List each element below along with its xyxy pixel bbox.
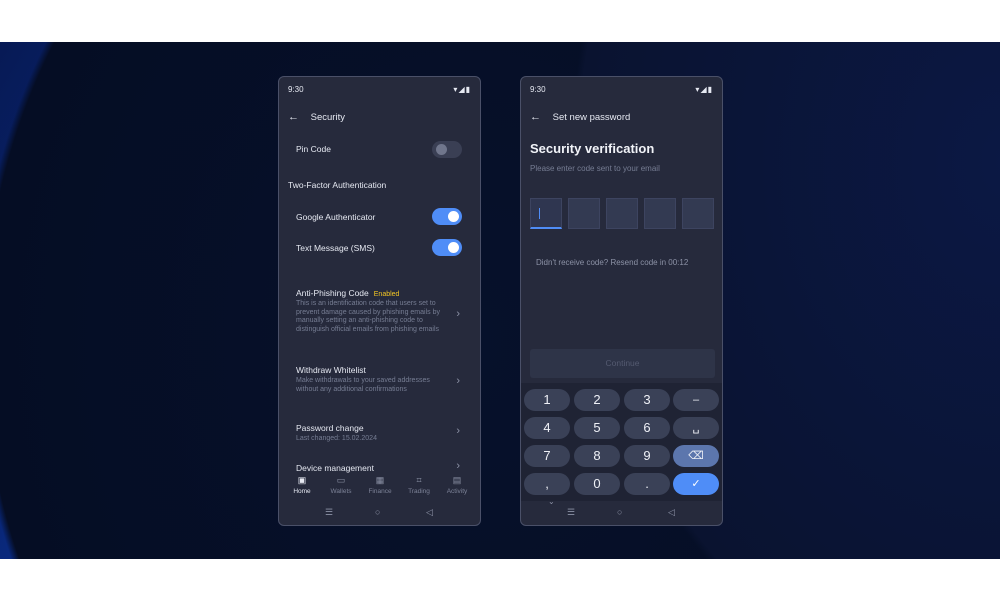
bottom-navigation: ▣ Home ▭ Wallets ▦ Finance ⌗ Trading ▤ A… [279, 475, 480, 501]
verification-title: Security verification [530, 141, 655, 156]
device-management-title: Device management [296, 463, 374, 473]
back-triangle-icon[interactable]: ◁ [668, 507, 675, 518]
background-stage: 9:30 ▾◢▮ ← Security Pin Code Two-Factor … [0, 42, 1000, 559]
google-authenticator-label: Google Authenticator [296, 212, 376, 222]
sms-toggle[interactable] [432, 239, 462, 256]
checkmark-icon[interactable]: ✓ [673, 473, 719, 495]
home-circle-icon[interactable]: ○ [375, 507, 380, 517]
nav-label: Home [293, 488, 311, 495]
menu-icon[interactable]: ☰ [325, 507, 333, 518]
finance-icon: ▦ [375, 475, 385, 485]
sms-label: Text Message (SMS) [296, 243, 375, 253]
system-navigation-bar: ☰ ○ ◁ [521, 507, 722, 521]
password-change-title: Password change [296, 423, 364, 433]
code-digit-3[interactable] [606, 198, 638, 229]
enabled-badge: Enabled [373, 291, 400, 298]
chevron-right-icon: › [456, 460, 460, 472]
nav-label: Finance [368, 488, 392, 495]
system-navigation-bar: ☰ ○ ◁ [279, 507, 480, 521]
key-2[interactable]: 2 [574, 389, 620, 411]
key-5[interactable]: 5 [574, 417, 620, 439]
status-time: 9:30 [530, 85, 546, 94]
toggle-knob [448, 242, 459, 253]
withdraw-whitelist-title: Withdraw Whitelist [296, 365, 366, 375]
code-digit-4[interactable] [644, 198, 676, 229]
home-icon: ▣ [297, 475, 307, 485]
pin-code-toggle[interactable] [432, 141, 462, 158]
page-title: Security [310, 112, 345, 123]
code-digit-1[interactable] [530, 198, 562, 229]
nav-label: Wallets [330, 488, 352, 495]
backspace-icon[interactable]: ⌫ [673, 445, 719, 467]
key-minus[interactable]: – [673, 389, 719, 411]
verification-screen: 9:30 ▾◢▮ ← Set new password Security ver… [520, 76, 723, 526]
anti-phishing-title: Anti-Phishing Code Enabled [296, 288, 399, 298]
continue-button[interactable]: Continue [530, 349, 715, 378]
nav-trading[interactable]: ⌗ Trading [400, 475, 438, 495]
home-circle-icon[interactable]: ○ [617, 507, 622, 517]
nav-label: Activity [446, 488, 468, 495]
back-arrow-icon[interactable]: ← [530, 111, 544, 123]
resend-code-text[interactable]: Didn't receive code? Resend code in 00:1… [536, 258, 688, 267]
key-8[interactable]: 8 [574, 445, 620, 467]
nav-wallets[interactable]: ▭ Wallets [322, 475, 360, 495]
key-dot[interactable]: . [624, 473, 670, 495]
page-header: ← Set new password [530, 111, 630, 125]
back-arrow-icon[interactable]: ← [288, 111, 302, 123]
nav-activity[interactable]: ▤ Activity [438, 475, 476, 495]
chevron-right-icon: › [456, 308, 460, 320]
chevron-right-icon: › [456, 375, 460, 387]
numeric-keypad: 1 2 3 – 4 5 6 ␣ 7 8 9 ⌫ , 0 . ✓ [521, 383, 722, 501]
security-screen: 9:30 ▾◢▮ ← Security Pin Code Two-Factor … [278, 76, 481, 526]
page-title: Set new password [552, 112, 631, 123]
page-header: ← Security [288, 111, 345, 125]
nav-home[interactable]: ▣ Home [283, 475, 321, 495]
input-caret [539, 208, 540, 219]
two-factor-section-title: Two-Factor Authentication [288, 180, 387, 190]
key-comma[interactable]: , [524, 473, 570, 495]
password-last-changed: Last changed: 15.02.2024 [296, 435, 377, 442]
code-digit-5[interactable] [682, 198, 714, 229]
status-icons: ▾◢▮ [695, 85, 713, 94]
nav-label: Trading [408, 488, 430, 495]
key-1[interactable]: 1 [524, 389, 570, 411]
pin-code-label: Pin Code [296, 144, 331, 154]
key-4[interactable]: 4 [524, 417, 570, 439]
toggle-knob [448, 211, 459, 222]
key-9[interactable]: 9 [624, 445, 670, 467]
anti-phishing-title-text: Anti-Phishing Code [296, 288, 369, 298]
nav-finance[interactable]: ▦ Finance [361, 475, 399, 495]
key-3[interactable]: 3 [624, 389, 670, 411]
key-7[interactable]: 7 [524, 445, 570, 467]
code-digit-2[interactable] [568, 198, 600, 229]
status-bar: 9:30 ▾◢▮ [288, 85, 471, 97]
chevron-right-icon: › [456, 425, 460, 437]
activity-icon: ▤ [452, 475, 462, 485]
status-time: 9:30 [288, 85, 304, 94]
back-triangle-icon[interactable]: ◁ [426, 507, 433, 518]
menu-icon[interactable]: ☰ [567, 507, 575, 518]
key-0[interactable]: 0 [574, 473, 620, 495]
status-bar: 9:30 ▾◢▮ [530, 85, 713, 97]
hide-keyboard-icon[interactable]: ⌄ [548, 497, 555, 506]
anti-phishing-description: This is an identification code that user… [296, 300, 440, 333]
google-authenticator-toggle[interactable] [432, 208, 462, 225]
withdraw-whitelist-description: Make withdrawals to your saved addresses… [296, 377, 430, 393]
status-icons: ▾◢▮ [453, 85, 471, 94]
toggle-knob [436, 144, 447, 155]
key-6[interactable]: 6 [624, 417, 670, 439]
verification-subtitle: Please enter code sent to your email [530, 164, 660, 173]
trading-icon: ⌗ [416, 475, 422, 485]
wallet-icon: ▭ [336, 475, 346, 485]
key-space[interactable]: ␣ [673, 417, 719, 439]
